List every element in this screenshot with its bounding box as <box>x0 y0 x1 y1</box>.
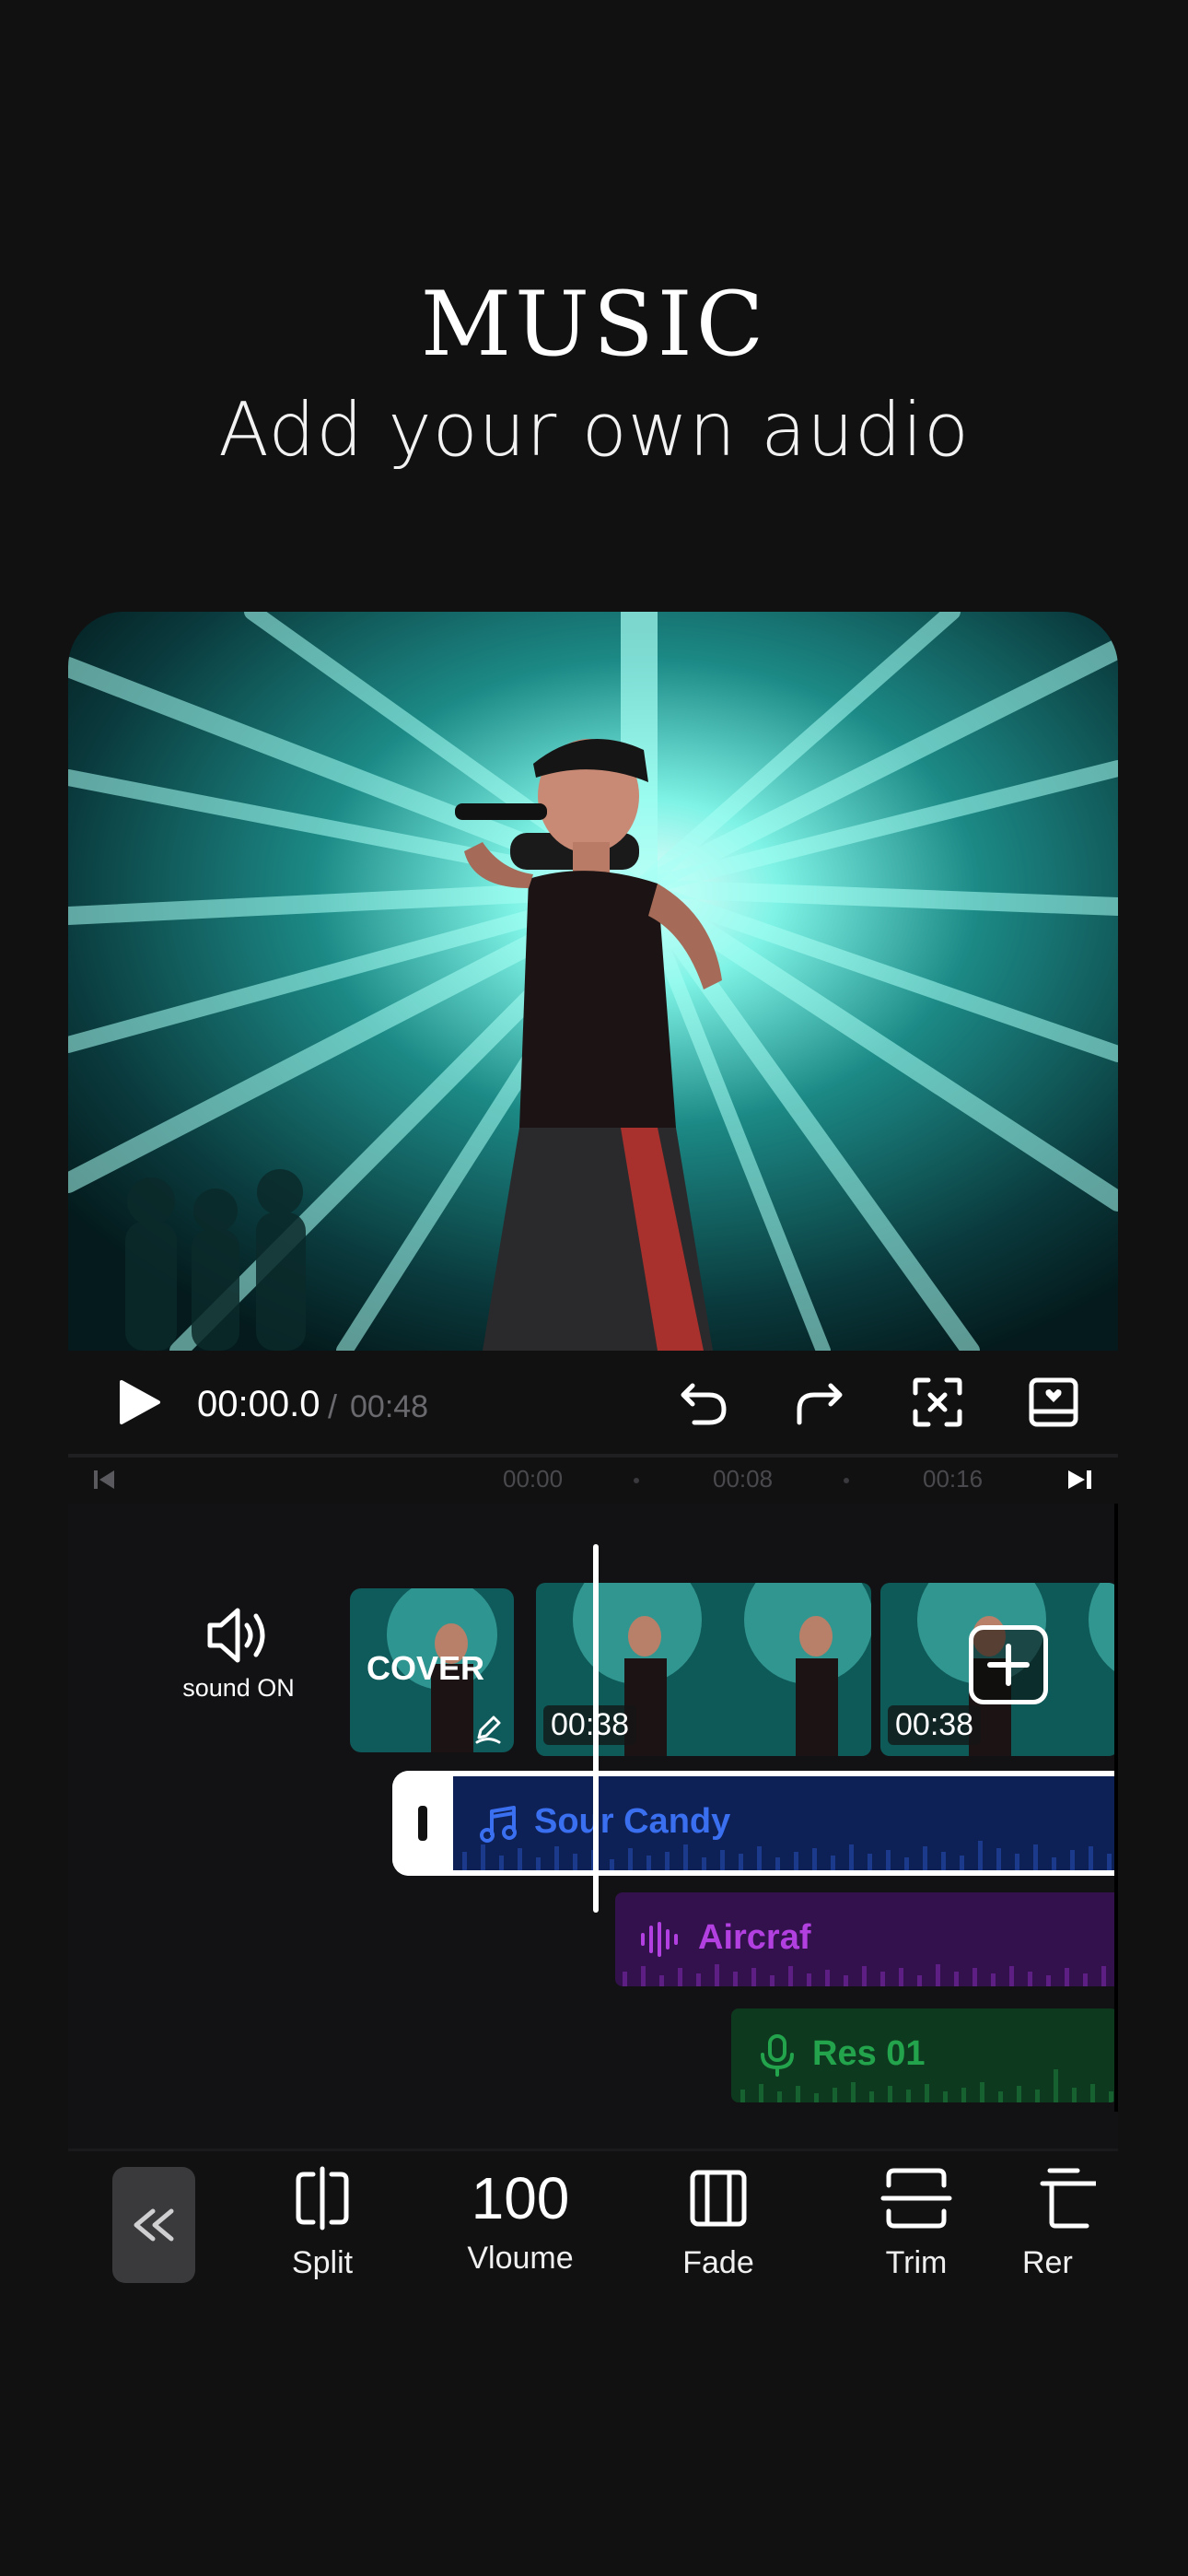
clip-duration: 00:38 <box>543 1705 637 1745</box>
remove-button[interactable]: Rer <box>1022 2161 1118 2281</box>
trim-icon <box>880 2168 952 2229</box>
current-time: 00:00.0 <box>197 1384 320 1424</box>
collapse-button[interactable] <box>112 2167 195 2283</box>
total-time: 00:48 <box>350 1389 429 1424</box>
handle-grip <box>418 1806 427 1841</box>
ruler-tick-1: 00:08 <box>713 1465 774 1493</box>
fade-label: Fade <box>682 2245 754 2280</box>
edit-pen-icon <box>475 1715 501 1744</box>
toolbar-divider <box>68 2149 1118 2151</box>
split-icon <box>296 2166 349 2231</box>
redo-icon[interactable] <box>792 1375 847 1430</box>
trim-handle-left[interactable] <box>392 1771 453 1876</box>
ruler-tick-0: 00:00 <box>503 1465 564 1493</box>
split-button[interactable]: Split <box>244 2161 401 2281</box>
save-frame-icon[interactable] <box>1026 1375 1081 1430</box>
cover-button[interactable]: COVER <box>350 1588 514 1752</box>
trim-label: Trim <box>885 2245 948 2280</box>
play-icon[interactable] <box>116 1378 162 1426</box>
clip-thumbnail <box>707 1583 871 1756</box>
volume-label: Vloume <box>467 2241 574 2276</box>
microphone-icon <box>761 2034 794 2077</box>
track-label: Res 01 <box>812 2034 926 2073</box>
fade-icon <box>690 2170 747 2227</box>
time-separator: / <box>328 1388 338 1425</box>
delete-icon <box>1040 2168 1099 2229</box>
ruler-tick-2: 00:16 <box>923 1465 984 1493</box>
trim-button[interactable]: Trim <box>838 2161 995 2281</box>
video-preview[interactable] <box>68 612 1118 1351</box>
cover-label: COVER <box>367 1649 485 1687</box>
timeline[interactable]: sound ON COVER 00:38 00:38 Sour Candy Ai… <box>68 1504 1118 2149</box>
page-title: MUSIC <box>420 273 768 376</box>
skip-start-icon[interactable] <box>92 1467 118 1493</box>
fade-button[interactable]: Fade <box>640 2161 797 2281</box>
ruler-dot <box>844 1478 849 1483</box>
audio-track-aircraf[interactable]: Aircraf <box>615 1892 1118 1986</box>
clip-thumbnail <box>1052 1583 1118 1756</box>
clip-duration: 00:38 <box>888 1705 982 1745</box>
time-ruler[interactable]: 00:00 00:08 00:16 <box>68 1458 1118 1504</box>
timeline-edge <box>1114 1504 1118 2112</box>
add-clip-button[interactable] <box>969 1625 1048 1704</box>
page-subtitle: Add your own audio <box>218 387 970 473</box>
remove-label: Rer <box>1022 2245 1073 2280</box>
sound-label: sound ON <box>182 1674 295 1702</box>
split-label: Split <box>291 2245 354 2280</box>
fullscreen-icon[interactable] <box>910 1375 965 1430</box>
volume-button[interactable]: 100 Vloume <box>442 2161 599 2277</box>
waveform <box>623 1964 1106 1986</box>
concert-singer-image <box>68 612 1118 1351</box>
double-chevron-left-icon <box>134 2208 174 2242</box>
speaker-icon <box>207 1608 265 1663</box>
track-label: Aircraf <box>698 1918 811 1957</box>
undo-icon[interactable] <box>676 1375 731 1430</box>
video-clip[interactable]: 00:38 <box>536 1583 871 1756</box>
player-controls: 00:00.0 / 00:48 <box>68 1351 1118 1454</box>
audio-wave-icon <box>641 1922 678 1957</box>
selection-frame <box>392 1771 1118 1876</box>
volume-value: 100 <box>471 2165 570 2231</box>
sound-toggle-button[interactable]: sound ON <box>160 1605 317 1703</box>
audio-track-res-01[interactable]: Res 01 <box>731 2008 1118 2102</box>
skip-end-icon[interactable] <box>1065 1467 1094 1493</box>
ruler-dot <box>634 1478 639 1483</box>
playhead[interactable] <box>593 1544 599 1913</box>
plus-icon <box>987 1644 1030 1686</box>
edit-toolbar: Split 100 Vloume Fade Trim Rer <box>68 2152 1118 2290</box>
